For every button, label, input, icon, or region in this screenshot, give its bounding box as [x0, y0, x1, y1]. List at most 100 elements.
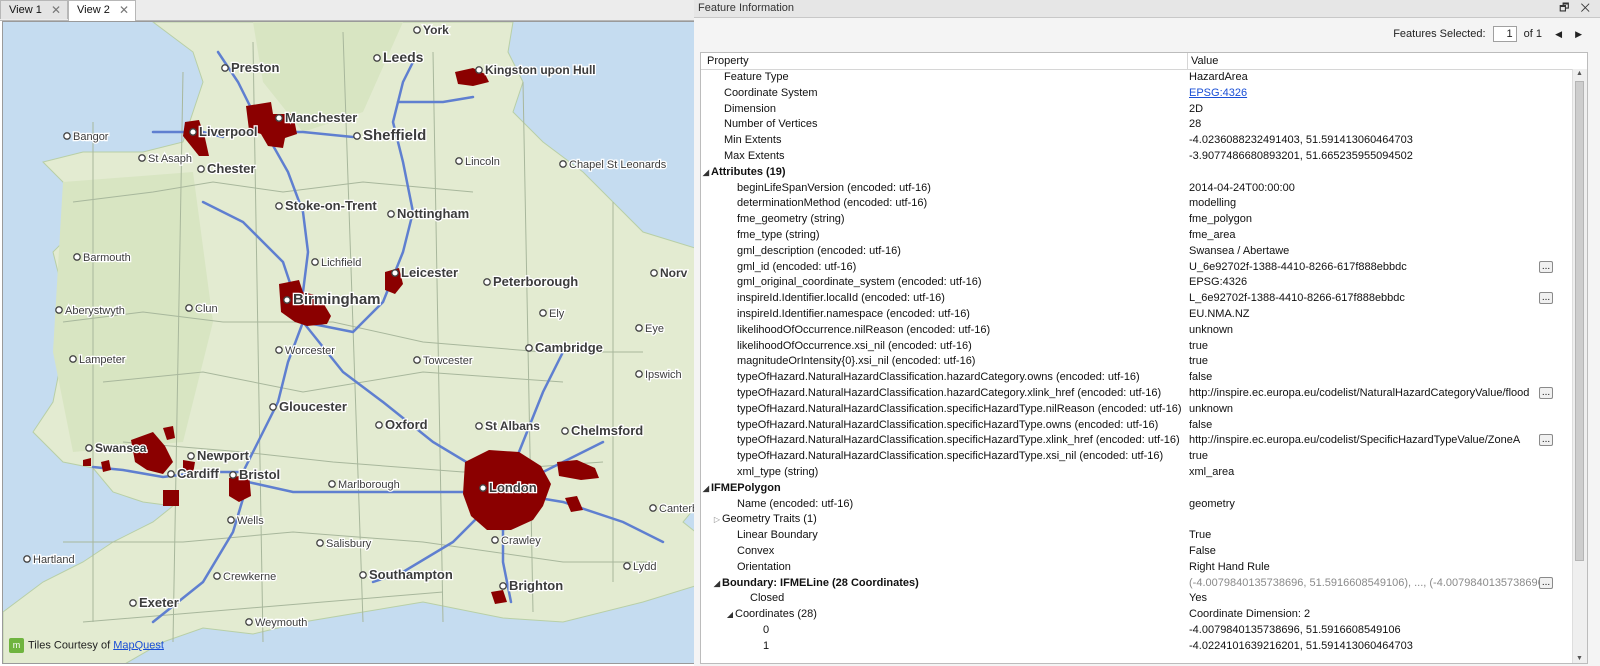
- close-icon[interactable]: ✕: [119, 1, 129, 20]
- scroll-down-icon[interactable]: ▼: [1576, 655, 1583, 662]
- column-header-value[interactable]: Value: [1187, 53, 1218, 69]
- hazard-area-cardiff[interactable]: [163, 490, 179, 506]
- table-row[interactable]: gml_original_coordinate_system (encoded:…: [701, 275, 1571, 291]
- table-row[interactable]: Max Extents -3.9077486680893201, 51.66523…: [701, 149, 1571, 165]
- property-cell: 1: [701, 639, 1245, 655]
- property-name: fme_type (string): [737, 228, 820, 241]
- table-row[interactable]: typeOfHazard.NaturalHazardClassification…: [701, 402, 1571, 418]
- mapquest-link[interactable]: MapQuest: [113, 639, 164, 651]
- city-label: Norv: [660, 266, 688, 280]
- property-cell: typeOfHazard.NaturalHazardClassification…: [701, 402, 1219, 418]
- table-row[interactable]: Coordinate System EPSG:4326: [701, 86, 1571, 102]
- city-label: Manchester: [285, 110, 357, 125]
- panel-window-controls-icon[interactable]: 🗗 ✕: [1559, 0, 1594, 17]
- table-row[interactable]: 0 -4.0079840135738696, 51.5916608549106: [701, 623, 1571, 639]
- more-ellipsis-button[interactable]: ...: [1539, 386, 1553, 399]
- city-label: Nottingham: [397, 206, 469, 221]
- scroll-thumb[interactable]: [1575, 81, 1584, 561]
- value-cell: Coordinate Dimension: 2: [1189, 608, 1311, 621]
- city-marker-icon: [55, 306, 63, 314]
- property-cell: fme_type (string): [701, 228, 1219, 244]
- table-row[interactable]: likelihoodOfOccurrence.xsi_nil (encoded:…: [701, 339, 1571, 355]
- feature-index-spinner[interactable]: 1: [1492, 26, 1517, 43]
- table-row[interactable]: ◢ Boundary: IFMELine (28 Coordinates) (-4.…: [701, 576, 1571, 592]
- table-row[interactable]: ▷ Geometry Traits (1): [701, 512, 1571, 528]
- property-cell: ◢ IFMEPolygon: [701, 481, 1183, 497]
- table-row[interactable]: Linear Boundary True: [701, 528, 1571, 544]
- tab-view-1[interactable]: View 1 ✕: [0, 0, 68, 19]
- more-ellipsis-button[interactable]: ...: [1539, 260, 1553, 273]
- property-name: 1: [763, 639, 770, 652]
- table-row[interactable]: Number of Vertices 28: [701, 117, 1571, 133]
- city-marker-icon: [479, 484, 487, 492]
- map-canvas[interactable]: York Leeds Kingston upon Hull Preston Manche…: [2, 21, 707, 664]
- table-row[interactable]: fme_geometry (string) fme_polygon: [701, 212, 1571, 228]
- more-ellipsis-button[interactable]: ...: [1539, 576, 1553, 589]
- city-marker-icon: [413, 26, 421, 34]
- value-cell: 28: [1189, 118, 1202, 131]
- city-label: Exeter: [139, 595, 179, 610]
- table-row[interactable]: Closed Yes: [701, 591, 1571, 607]
- collapsed-triangle-icon[interactable]: ▷: [712, 512, 722, 528]
- table-row[interactable]: typeOfHazard.NaturalHazardClassification…: [701, 449, 1571, 465]
- property-cell: Linear Boundary: [701, 528, 1219, 544]
- more-ellipsis-button[interactable]: ...: [1539, 292, 1553, 305]
- city-marker-icon: [167, 470, 175, 478]
- table-row[interactable]: ◢ IFMEPolygon: [701, 481, 1571, 497]
- tab-view-2[interactable]: View 2 ✕: [68, 0, 136, 21]
- more-ellipsis-button[interactable]: ...: [1539, 434, 1553, 447]
- table-row[interactable]: Orientation Right Hand Rule: [701, 560, 1571, 576]
- expanded-triangle-icon[interactable]: ◢: [701, 481, 711, 497]
- city-label: Marlborough: [338, 479, 400, 491]
- close-icon[interactable]: ✕: [51, 1, 61, 20]
- table-row[interactable]: Min Extents -4.0236088232491403, 51.59141…: [701, 133, 1571, 149]
- city-marker-icon: [413, 356, 421, 364]
- expanded-triangle-icon[interactable]: ◢: [712, 576, 722, 592]
- panel-header: Feature Information 🗗 ✕: [694, 0, 1600, 18]
- table-row[interactable]: xml_type (string) xml_area: [701, 465, 1571, 481]
- table-row[interactable]: inspireId.Identifier.localId (encoded: u…: [701, 291, 1571, 307]
- table-row[interactable]: magnitudeOrIntensity{0}.xsi_nil (encoded…: [701, 354, 1571, 370]
- table-row[interactable]: typeOfHazard.NaturalHazardClassification…: [701, 386, 1571, 402]
- city-label: Kingston upon Hull: [485, 63, 596, 77]
- map-svg[interactable]: York Leeds Kingston upon Hull Preston Manche…: [3, 22, 707, 664]
- city-label: Leicester: [401, 265, 458, 280]
- city-marker-icon: [85, 444, 93, 452]
- table-row[interactable]: Name (encoded: utf-16) geometry: [701, 497, 1571, 513]
- column-header-property[interactable]: Property: [707, 53, 749, 69]
- value-cell: EPSG:4326: [1189, 276, 1248, 289]
- city-marker-icon: [375, 421, 383, 429]
- table-row[interactable]: fme_type (string) fme_area: [701, 228, 1571, 244]
- table-row[interactable]: Dimension 2D: [701, 102, 1571, 118]
- table-row[interactable]: likelihoodOfOccurrence.nilReason (encode…: [701, 323, 1571, 339]
- table-row[interactable]: typeOfHazard.NaturalHazardClassification…: [701, 370, 1571, 386]
- prev-feature-icon[interactable]: ◀: [1555, 25, 1562, 43]
- city-label: St Asaph: [148, 153, 192, 165]
- table-row[interactable]: Convex False: [701, 544, 1571, 560]
- table-row[interactable]: Feature Type HazardArea: [701, 70, 1571, 86]
- table-row[interactable]: inspireId.Identifier.namespace (encoded:…: [701, 307, 1571, 323]
- credit-text: Tiles Courtesy of: [28, 639, 111, 652]
- city-marker-icon: [649, 504, 657, 512]
- table-row[interactable]: ◢ Coordinates (28) Coordinate Dimension: 2: [701, 607, 1571, 623]
- property-cell: typeOfHazard.NaturalHazardClassification…: [701, 433, 1219, 449]
- property-cell: typeOfHazard.NaturalHazardClassification…: [701, 386, 1219, 402]
- property-name: likelihoodOfOccurrence.nilReason (encode…: [737, 323, 991, 336]
- table-row[interactable]: 1 -4.0224101639216201, 51.591413060464703: [701, 639, 1571, 655]
- table-row[interactable]: gml_id (encoded: utf-16) U_6e92702f-1388-…: [701, 260, 1571, 276]
- table-row[interactable]: determinationMethod (encoded: utf-16) mod…: [701, 196, 1571, 212]
- next-feature-icon[interactable]: ▶: [1575, 25, 1582, 43]
- table-row[interactable]: typeOfHazard.NaturalHazardClassification…: [701, 433, 1571, 449]
- scroll-up-icon[interactable]: ▲: [1576, 70, 1583, 77]
- table-row[interactable]: gml_description (encoded: utf-16) Swansea…: [701, 244, 1571, 260]
- table-row[interactable]: typeOfHazard.NaturalHazardClassification…: [701, 418, 1571, 434]
- property-cell: typeOfHazard.NaturalHazardClassification…: [701, 370, 1219, 386]
- feature-information-panel: Feature Information 🗗 ✕ Features Selecte…: [694, 0, 1600, 666]
- table-row[interactable]: ◢ Attributes (19): [701, 165, 1571, 181]
- expanded-triangle-icon[interactable]: ◢: [725, 607, 735, 623]
- expanded-triangle-icon[interactable]: ◢: [701, 165, 711, 181]
- value-link[interactable]: EPSG:4326: [1189, 86, 1541, 102]
- value-cell: True: [1189, 529, 1212, 542]
- vertical-scrollbar[interactable]: ▲ ▼: [1572, 69, 1587, 663]
- table-row[interactable]: beginLifeSpanVersion (encoded: utf-16) 20…: [701, 181, 1571, 197]
